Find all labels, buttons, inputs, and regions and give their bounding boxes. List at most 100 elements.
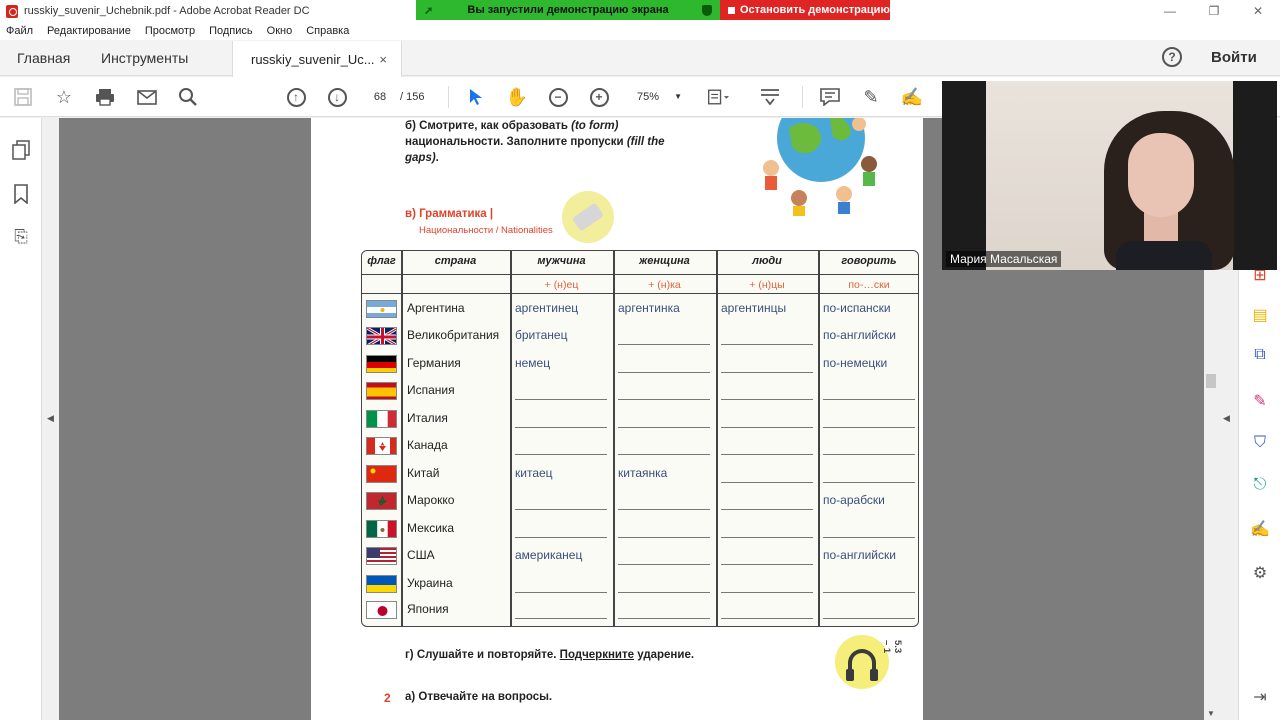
tab-document[interactable]: russkiy_suvenir_Uc... × <box>232 41 402 77</box>
tab-tools[interactable]: Инструменты <box>101 40 188 76</box>
fill-in-blank <box>721 372 813 373</box>
fill-sign-icon[interactable]: ✎ <box>1249 390 1271 412</box>
collapse-right-icon[interactable]: ◀ <box>1223 413 1230 424</box>
star-icon[interactable]: ☆ <box>53 86 75 108</box>
page-thumbnails-icon[interactable] <box>11 139 31 161</box>
table-row-country: Марокко <box>407 493 455 507</box>
fit-page-icon[interactable] <box>707 86 729 108</box>
flag-icon <box>366 520 397 538</box>
exercise-b-instruction: б) Смотрите, как образовать (to form) на… <box>405 118 675 166</box>
tabs-bar: Главная Инструменты russkiy_suvenir_Uc..… <box>0 40 1280 77</box>
page-number-input[interactable]: 68 <box>364 87 396 107</box>
flag-icon <box>366 355 397 373</box>
sign-icon[interactable]: ✍ <box>901 86 923 108</box>
menu-sign[interactable]: Подпись <box>209 25 253 37</box>
bookmark-icon[interactable] <box>11 183 31 205</box>
left-navigation-rail: ⎘ <box>0 118 42 720</box>
exercise-g-text: г) Слушайте и повторяйте. <box>405 649 560 661</box>
request-signature-icon[interactable]: ✍ <box>1249 518 1271 540</box>
fill-in-blank <box>515 509 607 510</box>
screen-share-banner: ➚ Вы запустили демонстрацию экрана Остан… <box>416 0 890 20</box>
table-row-country: Великобритания <box>407 328 500 342</box>
search-icon[interactable] <box>177 86 199 108</box>
protect-icon[interactable]: ⛉ <box>1249 432 1271 454</box>
attachment-icon[interactable]: ⎘ <box>11 226 31 248</box>
suffix-man: + (н)ец <box>544 279 579 291</box>
fill-in-blank <box>721 564 813 565</box>
email-icon[interactable] <box>136 86 158 108</box>
restore-button[interactable]: ❐ <box>1192 0 1236 22</box>
stop-share-label: Остановить демонстрацию <box>740 4 890 16</box>
menu-view[interactable]: Просмотр <box>145 25 195 37</box>
highlight-pen-icon[interactable]: ✎ <box>860 86 882 108</box>
grammar-subtitle: Национальности / Nationalities <box>419 225 553 236</box>
share-leaf-icon: ➚ <box>424 4 434 17</box>
more-tools-icon[interactable]: ⚙ <box>1249 562 1271 584</box>
header-country: страна <box>434 255 477 267</box>
table-cell-man: американец <box>515 548 583 562</box>
scroll-down-icon[interactable]: ▼ <box>1207 709 1215 718</box>
menu-file[interactable]: Файл <box>6 25 33 37</box>
stop-share-button[interactable]: Остановить демонстрацию <box>720 0 890 20</box>
page-total: / 156 <box>400 91 425 103</box>
flag-icon <box>366 547 397 565</box>
menu-window[interactable]: Окно <box>267 25 293 37</box>
exercise-g-instruction: г) Слушайте и повторяйте. Подчеркните уд… <box>405 649 694 661</box>
help-icon[interactable]: ? <box>1162 47 1182 67</box>
table-cell-woman: аргентинка <box>618 301 680 315</box>
table-cell-man: китаец <box>515 466 553 480</box>
fill-in-blank <box>823 427 915 428</box>
header-flag: флаг <box>367 255 396 267</box>
signin-button[interactable]: Войти <box>1211 49 1257 66</box>
fill-in-blank <box>721 592 813 593</box>
header-people: люди <box>752 255 782 267</box>
flag-icon <box>366 327 397 345</box>
collapse-left-icon[interactable]: ◀ <box>47 413 54 424</box>
fill-in-blank <box>618 399 710 400</box>
chevron-down-icon: ▼ <box>674 92 682 101</box>
flag-icon <box>366 465 397 483</box>
fill-in-blank <box>515 399 607 400</box>
grammar-badge-icon <box>562 191 614 243</box>
print-icon[interactable] <box>94 86 116 108</box>
fill-in-blank <box>721 618 813 619</box>
export-pdf-icon[interactable]: ⧉ <box>1249 344 1271 366</box>
fill-in-blank <box>618 618 710 619</box>
zoom-select[interactable]: 75% ▼ <box>628 87 688 107</box>
table-cell-woman: китаянка <box>618 466 668 480</box>
table-cell-man: британец <box>515 328 568 342</box>
zoom-out-icon[interactable]: − <box>547 86 569 108</box>
acrobat-icon <box>6 4 18 18</box>
scrollbar-thumb[interactable] <box>1206 374 1216 388</box>
minimize-button[interactable]: — <box>1148 0 1192 22</box>
close-window-button[interactable]: ✕ <box>1236 0 1280 22</box>
nationalities-table: флаг страна мужчина женщина люди говорит… <box>361 250 919 627</box>
page-up-icon[interactable]: ↑ <box>285 86 307 108</box>
tab-home[interactable]: Главная <box>17 40 70 76</box>
fill-in-blank <box>721 454 813 455</box>
hand-tool-icon[interactable]: ✋ <box>506 86 528 108</box>
close-tab-icon[interactable]: × <box>379 52 387 67</box>
scroll-mode-icon[interactable] <box>759 86 781 108</box>
comment-tool-icon[interactable]: ▤ <box>1249 304 1271 326</box>
fill-in-blank <box>515 427 607 428</box>
comment-icon[interactable] <box>819 86 841 108</box>
exercise-2a-instruction: а) Отвечайте на вопросы. <box>405 691 553 703</box>
expand-panel-icon[interactable]: ⇥ <box>1249 686 1271 708</box>
flag-icon <box>366 300 397 318</box>
fill-in-blank <box>618 509 710 510</box>
suffix-people: + (н)цы <box>749 279 785 291</box>
fill-in-blank <box>515 618 607 619</box>
send-for-review-icon[interactable]: ⎋ <box>1249 474 1271 496</box>
fill-in-blank <box>721 482 813 483</box>
menu-edit[interactable]: Редактирование <box>47 25 131 37</box>
table-row-country: Испания <box>407 383 455 397</box>
table-cell-speak: по-испански <box>823 301 891 315</box>
zoom-in-icon[interactable]: + <box>588 86 610 108</box>
fill-in-blank <box>823 618 915 619</box>
page-down-icon[interactable]: ↓ <box>326 86 348 108</box>
save-icon[interactable] <box>12 86 34 108</box>
exercise-b-text: б) Смотрите, как образовать <box>405 120 572 132</box>
select-cursor-icon[interactable] <box>465 86 487 108</box>
menu-help[interactable]: Справка <box>306 25 349 37</box>
